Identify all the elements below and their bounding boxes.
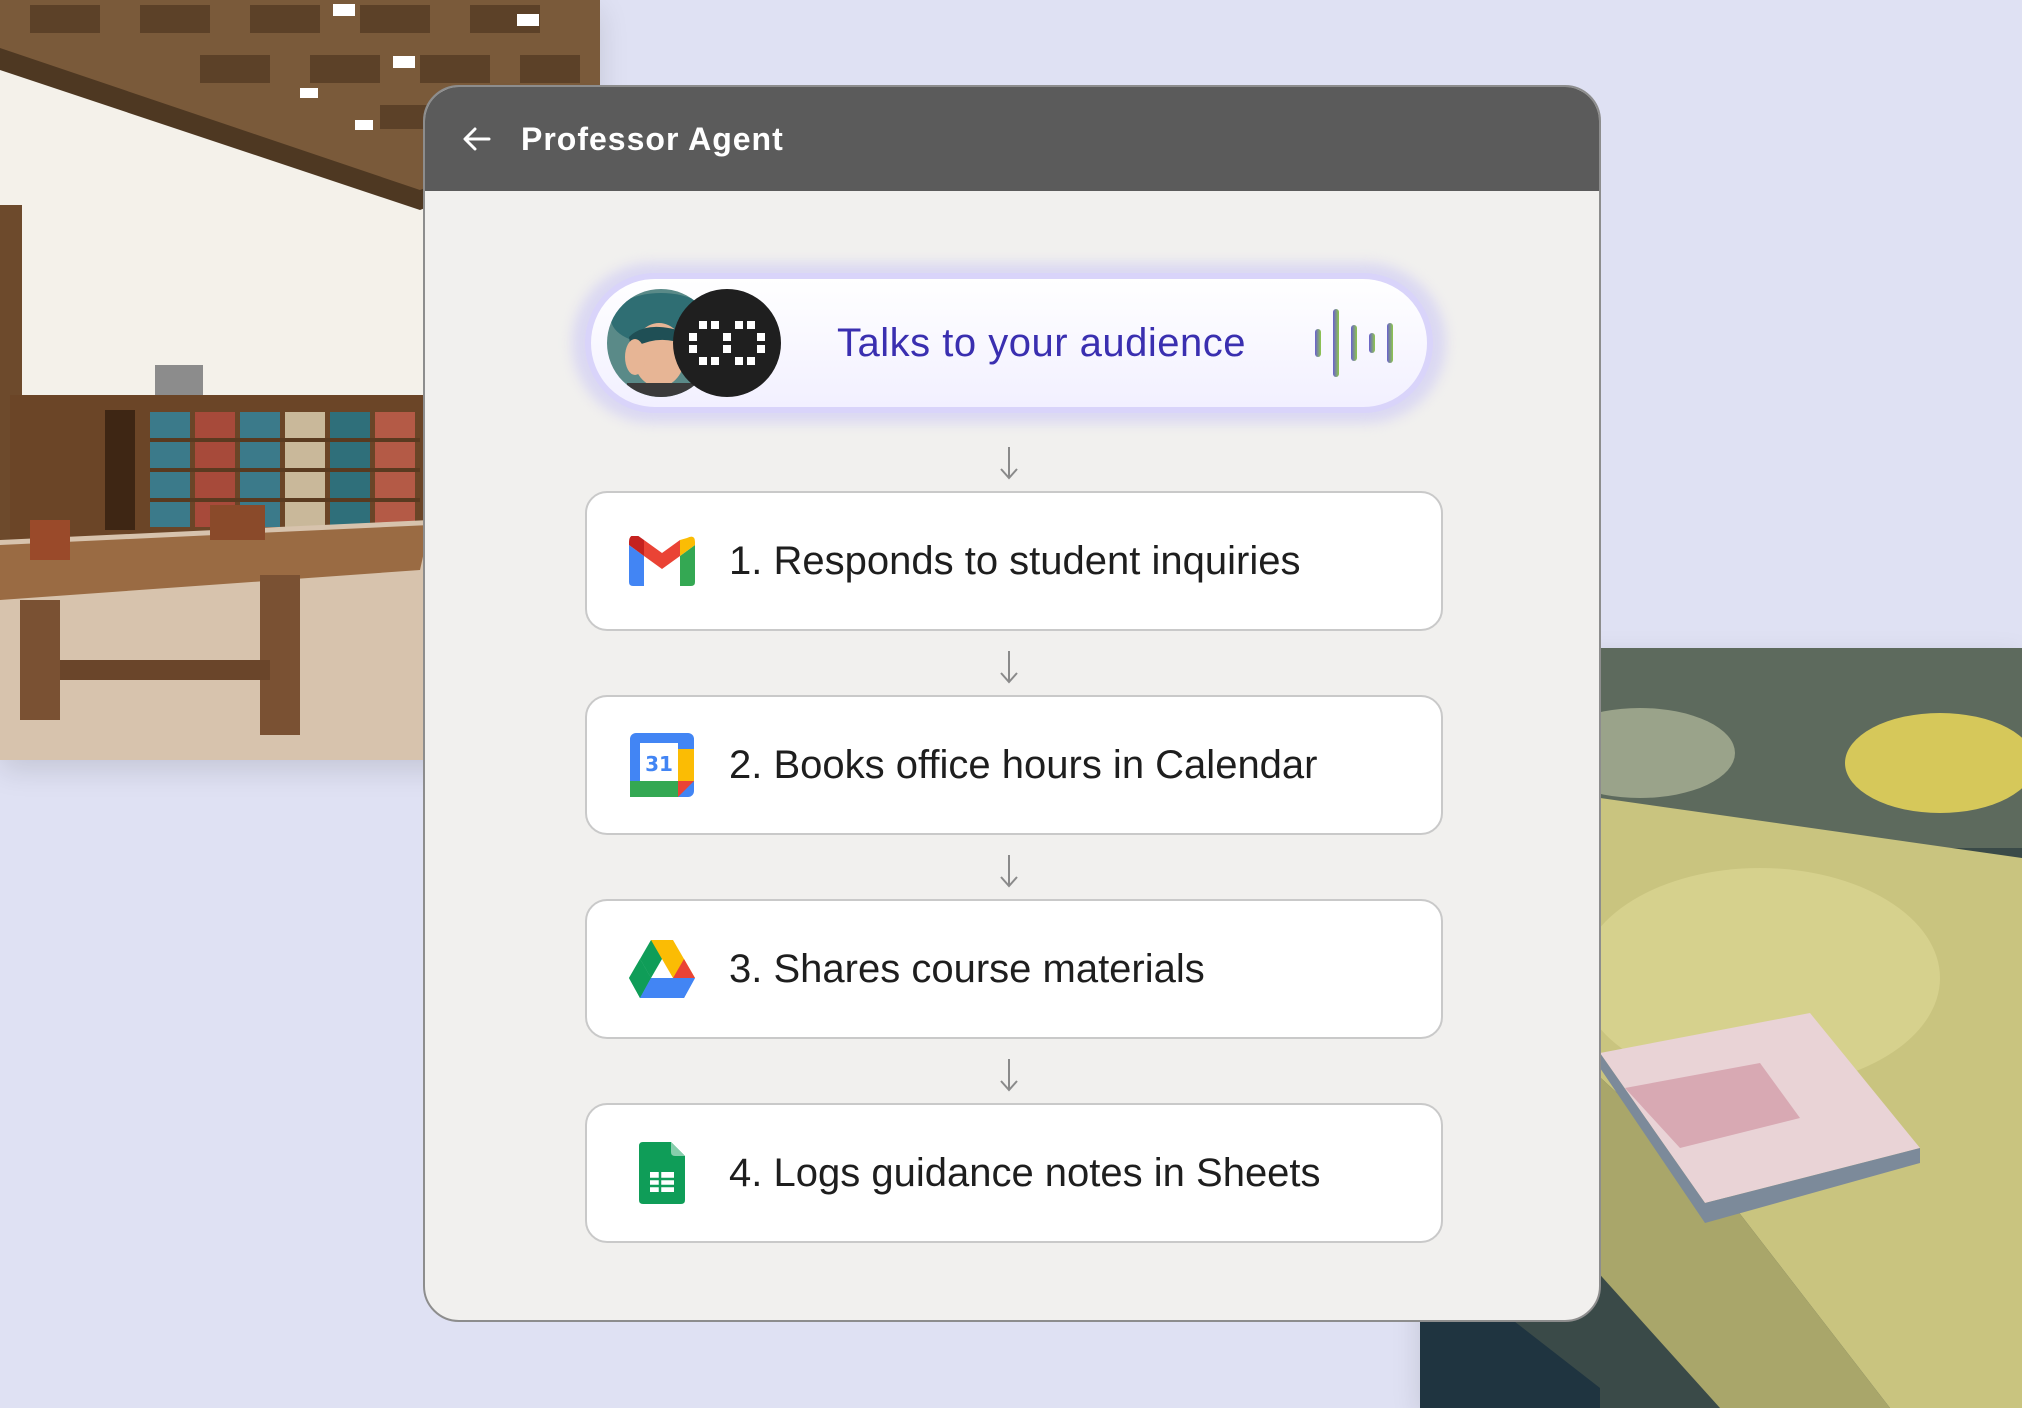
back-arrow-icon[interactable] xyxy=(459,121,495,157)
professor-agent-window: Professor Agent Talks to your audience 1… xyxy=(423,85,1601,1322)
down-arrow-icon xyxy=(998,853,1020,889)
down-arrow-icon xyxy=(998,1057,1020,1093)
down-arrow-icon xyxy=(998,445,1020,481)
google-calendar-icon: 31 xyxy=(629,732,695,798)
step-label: 3. Shares course materials xyxy=(729,946,1205,991)
step-label: 4. Logs guidance notes in Sheets xyxy=(729,1150,1321,1195)
audience-label: Talks to your audience xyxy=(837,320,1247,365)
google-drive-icon xyxy=(629,936,695,1002)
avatar-stack xyxy=(607,289,787,397)
step-drive[interactable]: 3. Shares course materials xyxy=(585,899,1443,1039)
step-calendar[interactable]: 31 2. Books office hours in Calendar xyxy=(585,695,1443,835)
waveform-icon xyxy=(1313,307,1397,379)
agent-logo-icon xyxy=(673,289,781,397)
step-gmail[interactable]: 1. Responds to student inquiries xyxy=(585,491,1443,631)
google-sheets-icon xyxy=(629,1140,695,1206)
calendar-date-text: 31 xyxy=(645,752,673,776)
audience-pill[interactable]: Talks to your audience xyxy=(585,273,1433,413)
down-arrow-icon xyxy=(998,649,1020,685)
step-sheets[interactable]: 4. Logs guidance notes in Sheets xyxy=(585,1103,1443,1243)
title-bar: Professor Agent xyxy=(425,87,1599,191)
window-title: Professor Agent xyxy=(521,120,784,157)
step-label: 1. Responds to student inquiries xyxy=(729,538,1301,583)
gmail-icon xyxy=(629,528,695,594)
step-label: 2. Books office hours in Calendar xyxy=(729,742,1318,787)
